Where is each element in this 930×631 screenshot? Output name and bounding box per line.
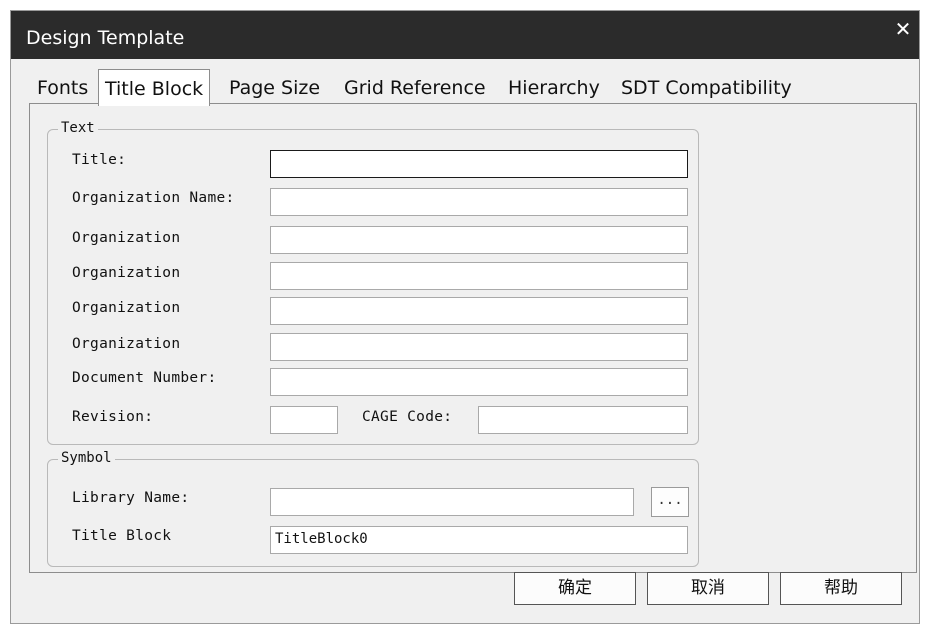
organization-name-label: Organization Name:	[72, 190, 235, 206]
organization-address-4-label: Organization	[72, 336, 181, 352]
tab-title-block[interactable]: Title Block	[98, 69, 211, 106]
title-label: Title:	[72, 152, 127, 168]
organization-name-field[interactable]	[270, 188, 688, 216]
tab-grid-reference[interactable]: Grid Reference	[344, 73, 486, 105]
organization-address-3-field[interactable]	[270, 297, 688, 325]
title-bar: Design Template ✕	[11, 11, 919, 59]
organization-address-1-label: Organization	[72, 230, 181, 246]
help-button[interactable]: 帮助	[780, 572, 902, 605]
cage-code-label: CAGE Code:	[362, 409, 453, 425]
revision-label: Revision:	[72, 409, 154, 425]
organization-address-1-field[interactable]	[270, 226, 688, 254]
tab-page-size[interactable]: Page Size	[229, 73, 320, 105]
document-number-label: Document Number:	[72, 370, 217, 386]
title-field[interactable]	[270, 150, 688, 178]
organization-address-2-field[interactable]	[270, 262, 688, 290]
revision-field[interactable]	[270, 406, 338, 434]
organization-address-2-label: Organization	[72, 265, 181, 281]
symbol-group-label: Symbol	[58, 450, 115, 466]
tab-hierarchy[interactable]: Hierarchy	[508, 73, 600, 105]
cage-code-field[interactable]	[478, 406, 688, 434]
cancel-button[interactable]: 取消	[647, 572, 769, 605]
design-template-dialog: Design Template ✕ Fonts Title Block Page…	[10, 10, 920, 624]
tab-fonts[interactable]: Fonts	[37, 73, 88, 105]
title-block-name-field[interactable]: TitleBlock0	[270, 526, 688, 554]
library-name-field[interactable]	[270, 488, 634, 516]
organization-address-4-field[interactable]	[270, 333, 688, 361]
document-number-field[interactable]	[270, 368, 688, 396]
browse-library-button[interactable]: ...	[651, 487, 689, 517]
close-icon[interactable]: ✕	[891, 17, 915, 41]
window-title: Design Template	[26, 27, 185, 49]
title-block-panel: Text Title: Organization Name: Organizat…	[29, 103, 917, 573]
library-name-label: Library Name:	[72, 490, 190, 506]
organization-address-3-label: Organization	[72, 300, 181, 316]
ok-button[interactable]: 确定	[514, 572, 636, 605]
text-group-label: Text	[58, 120, 98, 136]
tab-sdt-compatibility[interactable]: SDT Compatibility	[621, 73, 792, 105]
title-block-name-label: Title Block	[72, 528, 172, 544]
